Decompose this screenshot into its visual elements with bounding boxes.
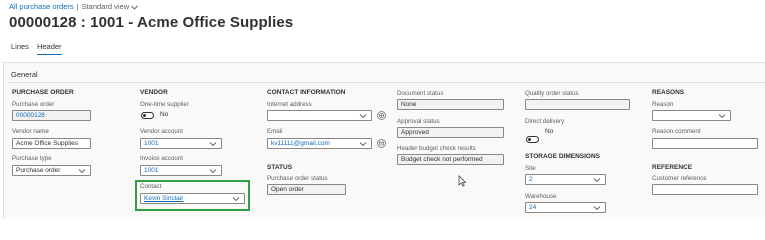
page-title: 00000128 : 1001 - Acme Office Supplies	[9, 14, 294, 31]
mouse-pointer-icon	[458, 175, 467, 187]
email-label: Email	[267, 128, 283, 135]
internet-address-label: Internet address	[267, 101, 312, 108]
approval-status-value: Approved	[401, 129, 429, 136]
warehouse-value: 24	[529, 204, 537, 211]
document-status-value: None	[401, 101, 417, 108]
chevron-down-icon	[232, 197, 240, 202]
invoice-account-label: Invoice account	[140, 155, 183, 162]
document-status-field: None	[397, 99, 504, 110]
chevron-down-icon	[593, 178, 601, 183]
customer-reference-label: Customer reference	[652, 175, 707, 182]
quality-order-status-field	[525, 99, 630, 110]
quality-order-status-label: Quality order status	[525, 90, 579, 97]
one-time-supplier-toggle[interactable]	[141, 112, 154, 119]
purchase-type-value: Purchase order	[16, 167, 61, 174]
chevron-down-icon	[718, 114, 726, 119]
storage-dimensions-heading: STORAGE DIMENSIONS	[525, 153, 601, 160]
breadcrumb-separator: |	[76, 2, 79, 11]
approval-status-label: Approval status	[397, 118, 440, 125]
one-time-supplier-label: One-time supplier	[140, 101, 189, 108]
internet-address-select[interactable]	[267, 110, 372, 121]
purchase-order-status-field: Open order	[267, 184, 346, 195]
budget-check-label: Header budget check results	[397, 145, 476, 152]
open-internet-address-button[interactable]	[377, 111, 386, 120]
direct-delivery-value: No	[545, 128, 554, 135]
mail-icon	[378, 141, 385, 146]
purchase-type-select[interactable]: Purchase order	[12, 165, 91, 176]
direct-delivery-toggle[interactable]	[526, 136, 539, 143]
purchase-order-label: Purchase order	[12, 101, 55, 108]
reason-label: Reason	[652, 101, 674, 108]
budget-check-value: Budget check not performed	[401, 156, 483, 163]
contact-label: Contact	[140, 183, 162, 190]
purchase-order-status-label: Purchase order status	[267, 175, 328, 182]
tab-header[interactable]: Header	[36, 42, 62, 55]
vendor-account-value: 1001	[144, 140, 159, 147]
vendor-name-label: Vendor name	[12, 128, 49, 135]
reason-comment-field[interactable]	[652, 138, 758, 149]
purchase-order-value: 00000128	[16, 112, 45, 119]
purchase-order-field: 00000128	[12, 110, 91, 121]
purchase-order-heading: PURCHASE ORDER	[12, 89, 74, 96]
reference-heading: REFERENCE	[652, 164, 693, 171]
chevron-down-icon	[78, 169, 86, 174]
reason-comment-label: Reason comment	[652, 128, 701, 135]
invoice-account-select[interactable]: 1001	[140, 165, 222, 176]
purchase-order-status-value: Open order	[271, 186, 304, 193]
status-heading: STATUS	[267, 164, 293, 171]
direct-delivery-label: Direct delivery	[525, 118, 565, 125]
reason-select[interactable]	[652, 110, 731, 121]
approval-status-field: Approved	[397, 127, 504, 138]
globe-icon	[378, 112, 385, 119]
site-select[interactable]: 2	[525, 174, 606, 185]
invoice-account-value: 1001	[144, 167, 159, 174]
site-label: Site	[525, 165, 536, 172]
chevron-down-icon	[359, 114, 367, 119]
tab-lines[interactable]: Lines	[11, 42, 29, 54]
vendor-account-select[interactable]: 1001	[140, 138, 222, 149]
vendor-heading: VENDOR	[140, 89, 168, 96]
contact-value[interactable]: Kevin Sinclair	[144, 195, 183, 202]
send-email-button[interactable]	[377, 139, 386, 148]
tab-strip: Lines Header	[11, 42, 70, 55]
view-selector-label: Standard view	[81, 2, 130, 11]
vendor-name-field[interactable]: Acme Office Supplies	[12, 138, 91, 149]
breadcrumb-all-purchase-orders-link[interactable]: All purchase orders	[9, 2, 74, 11]
vendor-account-label: Vendor account	[140, 128, 184, 135]
one-time-supplier-value: No	[160, 111, 169, 118]
site-value: 2	[529, 176, 533, 183]
email-value: kv11111@gmail.com	[271, 140, 330, 147]
customer-reference-field[interactable]	[652, 184, 758, 195]
chevron-down-icon	[209, 142, 217, 147]
document-status-label: Document status	[397, 90, 444, 97]
warehouse-label: Warehouse	[525, 193, 557, 200]
warehouse-select[interactable]: 24	[525, 202, 606, 213]
email-select[interactable]: kv11111@gmail.com	[267, 138, 372, 149]
purchase-type-label: Purchase type	[12, 155, 52, 162]
reasons-heading: REASONS	[652, 89, 685, 96]
chevron-down-icon	[209, 169, 217, 174]
budget-check-field: Budget check not performed	[397, 154, 504, 165]
vendor-name-value: Acme Office Supplies	[16, 140, 79, 147]
chevron-down-icon	[359, 142, 367, 147]
breadcrumb: All purchase orders | Standard view	[9, 2, 139, 11]
panel-divider	[8, 82, 765, 83]
contact-information-heading: CONTACT INFORMATION	[267, 89, 346, 96]
view-selector[interactable]: Standard view	[82, 2, 139, 11]
chevron-down-icon	[593, 206, 601, 211]
contact-select[interactable]: Kevin Sinclair	[140, 193, 245, 204]
chevron-down-icon	[131, 5, 139, 10]
general-panel-title[interactable]: General	[11, 70, 38, 79]
